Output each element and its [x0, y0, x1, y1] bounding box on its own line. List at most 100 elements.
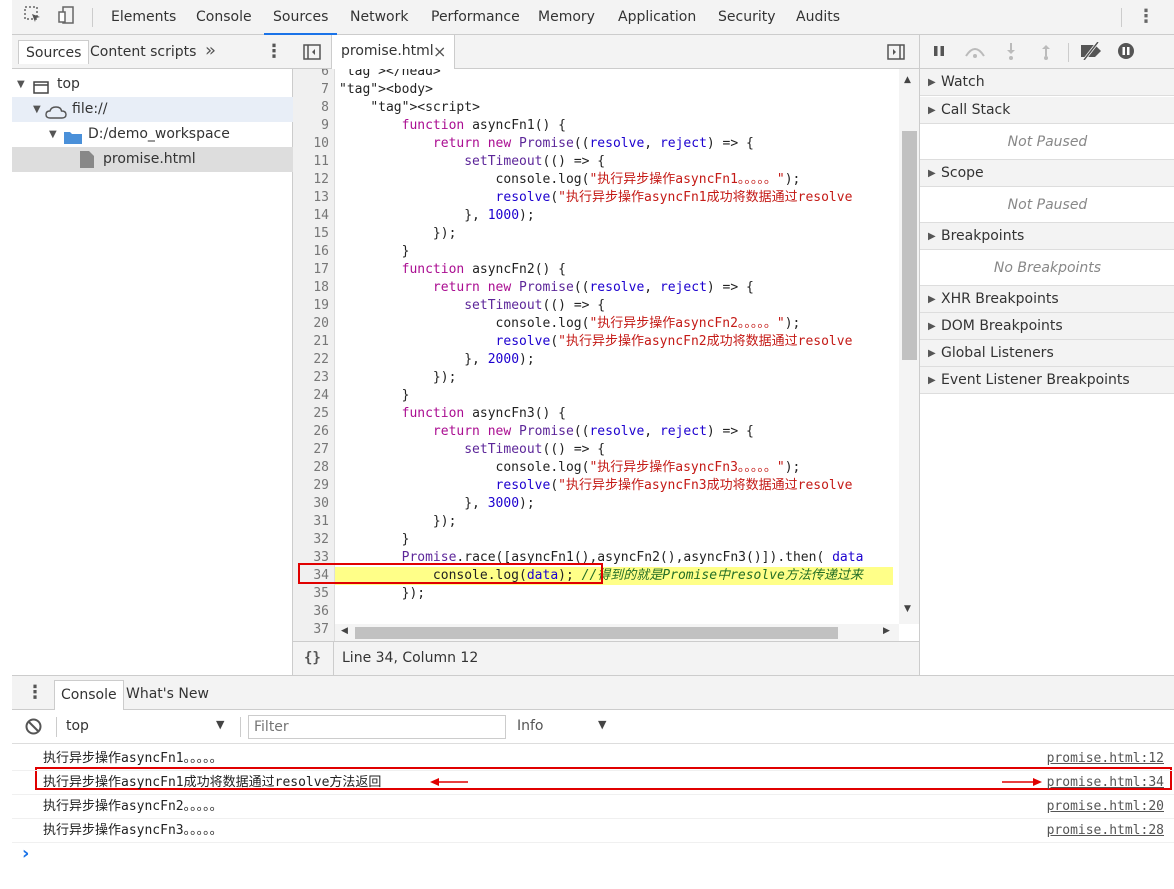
editor-tab-promise[interactable]: promise.html ×	[332, 35, 454, 69]
navigator-tab-sources[interactable]: Sources	[18, 40, 90, 64]
line-number[interactable]: 6	[293, 69, 329, 81]
expand-triangle-icon[interactable]: ▼	[33, 97, 41, 122]
collapse-triangle-icon[interactable]: ▶	[928, 340, 936, 367]
code-line[interactable]: function asyncFn1() {	[339, 117, 897, 135]
tree-item-file-scheme[interactable]: ▼ file://	[12, 97, 293, 122]
toggle-debugger-icon[interactable]	[887, 44, 905, 64]
code-line[interactable]: }	[339, 243, 897, 261]
line-number[interactable]: 25	[293, 405, 329, 423]
scroll-down-icon[interactable]: ▼	[904, 604, 911, 614]
code-line[interactable]: setTimeout(() => {	[339, 441, 897, 459]
line-number[interactable]: 8	[293, 99, 329, 117]
navigator-tab-content-scripts[interactable]: Content scripts	[90, 40, 196, 64]
line-number[interactable]: 26	[293, 423, 329, 441]
line-number-gutter[interactable]: 6 7 8 9 10 11 12 13 14 15 16 17 18 19 20 21 22 23 24 25 26 27…	[293, 69, 335, 641]
collapse-triangle-icon[interactable]: ▶	[928, 313, 936, 340]
code-line[interactable]: }, 2000);	[339, 351, 897, 369]
code-line[interactable]: resolve("执行异步操作asyncFn1成功将数据通过resolve	[339, 189, 897, 207]
code-line[interactable]: setTimeout(() => {	[339, 153, 897, 171]
sidebar-section-header[interactable]: ▶ Call Stack	[920, 97, 1174, 124]
code-line[interactable]: "tag"></head>	[339, 69, 897, 81]
tab-console[interactable]: Console	[196, 0, 252, 35]
code-line[interactable]: });	[339, 369, 897, 387]
console-source-link[interactable]: promise.html:34	[1047, 771, 1164, 795]
collapse-triangle-icon[interactable]: ▶	[928, 97, 936, 124]
console-filter-input[interactable]	[248, 715, 506, 739]
code-line[interactable]: return new Promise((resolve, reject) => …	[339, 423, 897, 441]
line-number[interactable]: 23	[293, 369, 329, 387]
tab-elements[interactable]: Elements	[111, 0, 176, 35]
line-number[interactable]: 18	[293, 279, 329, 297]
line-number[interactable]: 32	[293, 531, 329, 549]
code-line[interactable]: }, 3000);	[339, 495, 897, 513]
code-line[interactable]: console.log("执行异步操作asyncFn2。。。。。");	[339, 315, 897, 333]
line-number[interactable]: 11	[293, 153, 329, 171]
code-line[interactable]: function asyncFn2() {	[339, 261, 897, 279]
code-line[interactable]: }	[339, 387, 897, 405]
code-line[interactable]	[339, 603, 897, 621]
line-number[interactable]: 9	[293, 117, 329, 135]
close-tab-icon[interactable]: ×	[433, 42, 446, 61]
tree-item-file[interactable]: promise.html	[12, 147, 293, 172]
collapse-triangle-icon[interactable]: ▶	[928, 69, 936, 96]
tab-security[interactable]: Security	[718, 0, 776, 35]
device-toolbar-icon[interactable]	[56, 6, 78, 28]
line-number[interactable]: 30	[293, 495, 329, 513]
line-number[interactable]: 29	[293, 477, 329, 495]
collapse-triangle-icon[interactable]: ▶	[928, 160, 936, 187]
code-line[interactable]: }, 1000);	[339, 207, 897, 225]
line-number[interactable]: 35	[293, 585, 329, 603]
code-line[interactable]: setTimeout(() => {	[339, 297, 897, 315]
tab-memory[interactable]: Memory	[538, 0, 595, 35]
code-line[interactable]: resolve("执行异步操作asyncFn3成功将数据通过resolve	[339, 477, 897, 495]
code-line[interactable]: }	[339, 531, 897, 549]
drawer-tab-console[interactable]: Console	[54, 680, 124, 710]
clear-console-icon[interactable]	[25, 718, 42, 739]
code-line[interactable]: });	[339, 513, 897, 531]
sidebar-section-header[interactable]: ▶ Event Listener Breakpoints	[920, 367, 1174, 394]
code-line[interactable]: resolve("执行异步操作asyncFn2成功将数据通过resolve	[339, 333, 897, 351]
step-out-icon[interactable]	[1039, 42, 1053, 64]
kebab-icon[interactable]: ⋮	[1135, 6, 1157, 28]
code-line[interactable]: "tag"><body>	[339, 81, 897, 99]
console-source-link[interactable]: promise.html:20	[1047, 795, 1164, 819]
collapse-triangle-icon[interactable]: ▶	[928, 367, 936, 394]
inspect-element-icon[interactable]	[22, 6, 44, 28]
sidebar-section-header[interactable]: ▶ DOM Breakpoints	[920, 313, 1174, 340]
console-source-link[interactable]: promise.html:12	[1047, 747, 1164, 771]
sidebar-section-header[interactable]: ▶ Global Listeners	[920, 340, 1174, 367]
pause-on-exceptions-icon[interactable]	[1117, 42, 1135, 64]
line-number[interactable]: 36	[293, 603, 329, 621]
line-number[interactable]: 17	[293, 261, 329, 279]
line-number[interactable]: 31	[293, 513, 329, 531]
code-line[interactable]: });	[339, 585, 897, 603]
code-line[interactable]: function asyncFn3() {	[339, 405, 897, 423]
line-number[interactable]: 28	[293, 459, 329, 477]
sidebar-section-header[interactable]: ▶ XHR Breakpoints	[920, 286, 1174, 313]
line-number[interactable]: 7	[293, 81, 329, 99]
step-into-icon[interactable]	[1004, 42, 1018, 64]
navigator-menu-icon[interactable]: ⋮	[265, 41, 283, 62]
line-number[interactable]: 21	[293, 333, 329, 351]
collapse-triangle-icon[interactable]: ▶	[928, 223, 936, 250]
line-number[interactable]: 19	[293, 297, 329, 315]
console-prompt-icon[interactable]: ›	[22, 843, 29, 864]
code-line[interactable]: return new Promise((resolve, reject) => …	[339, 279, 897, 297]
step-over-icon[interactable]	[963, 44, 987, 62]
line-number[interactable]: 37	[293, 621, 329, 639]
tab-performance[interactable]: Performance	[431, 0, 520, 35]
expand-triangle-icon[interactable]: ▼	[17, 72, 25, 97]
code-line[interactable]: });	[339, 225, 897, 243]
tab-audits[interactable]: Audits	[796, 0, 840, 35]
code-line[interactable]	[339, 621, 897, 639]
context-selector[interactable]: top ▼	[58, 715, 238, 739]
tree-item-top[interactable]: ▼ top	[12, 72, 293, 97]
pause-icon[interactable]	[932, 44, 946, 62]
code-editor[interactable]: 6 7 8 9 10 11 12 13 14 15 16 17 18 19 20 21 22 23 24 25 26 27…	[293, 69, 919, 641]
scroll-up-icon[interactable]: ▲	[904, 75, 911, 85]
code-line[interactable]: console.log("执行异步操作asyncFn3。。。。。");	[339, 459, 897, 477]
pretty-print-button[interactable]: {}	[304, 650, 321, 666]
tab-application[interactable]: Application	[618, 0, 696, 35]
sidebar-section-header[interactable]: ▶ Watch	[920, 69, 1174, 96]
vertical-scrollbar[interactable]: ▲ ▼	[899, 69, 919, 624]
